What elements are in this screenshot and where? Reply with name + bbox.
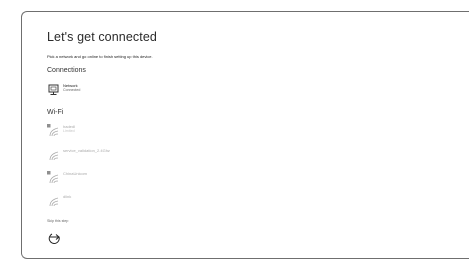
wifi-network-name: service_validation_2.4Ghz — [63, 148, 110, 153]
connection-status: Connected — [63, 88, 81, 92]
ethernet-icon — [47, 83, 61, 97]
page-title: Let's get connected — [47, 30, 157, 44]
setup-window-frame — [21, 11, 469, 259]
back-arrow-icon[interactable] — [48, 230, 62, 244]
connections-heading: Connections — [47, 67, 86, 74]
page-subtitle: Pick a network and go online to finish s… — [47, 54, 153, 59]
wifi-icon — [47, 148, 61, 162]
wifi-icon — [47, 194, 61, 208]
wifi-network-status: Limited — [63, 129, 75, 133]
wifi-heading: Wi-Fi — [47, 109, 64, 116]
wifi-network-name: ChinaUnicom — [63, 171, 88, 176]
skip-step-link[interactable]: Skip this step — [47, 219, 68, 223]
wifi-network-name: dlink — [63, 194, 72, 199]
wifi-secured-icon — [47, 171, 61, 185]
wifi-secured-icon — [47, 124, 61, 138]
